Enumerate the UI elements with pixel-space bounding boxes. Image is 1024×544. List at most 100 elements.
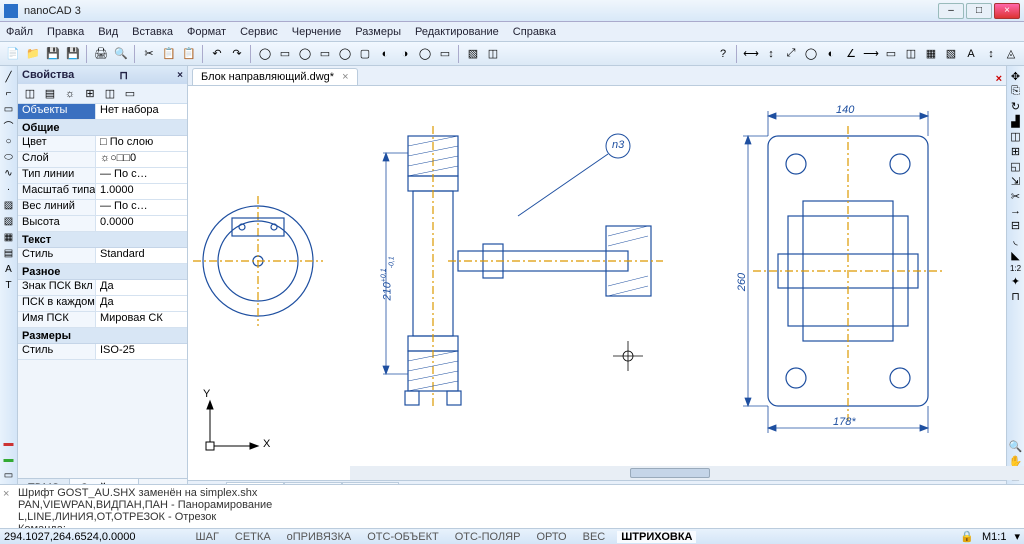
menu-view[interactable]: Вид [98, 26, 118, 38]
panel-tool-icon[interactable]: ▤ [41, 85, 59, 103]
tool-icon[interactable]: ◑ [396, 45, 414, 63]
dim-icon[interactable]: ▦ [922, 45, 940, 63]
tool-icon[interactable]: ◯ [416, 45, 434, 63]
dim-icon[interactable]: ◐ [822, 45, 840, 63]
menu-file[interactable]: Файл [6, 26, 33, 38]
expand-icon[interactable]: ▾ [1014, 530, 1020, 543]
new-icon[interactable]: 📄 [4, 45, 22, 63]
status-grid[interactable]: СЕТКА [231, 531, 275, 543]
prop-textstyle[interactable]: СтильStandard [18, 248, 187, 264]
status-polar[interactable]: ОТС-ПОЛЯР [451, 531, 525, 543]
redo-icon[interactable]: ↷ [228, 45, 246, 63]
rotate-icon[interactable]: ↻ [1011, 100, 1020, 113]
point-icon[interactable]: · [2, 182, 16, 196]
maximize-button[interactable]: □ [966, 3, 992, 19]
dim-icon[interactable]: ◬ [1002, 45, 1020, 63]
tool-icon[interactable]: ▢ [356, 45, 374, 63]
status-osnap[interactable]: оПРИВЯЗКА [283, 531, 356, 543]
text-icon[interactable]: A [2, 262, 16, 276]
cmd-close-icon[interactable]: × [3, 488, 9, 500]
dim-icon[interactable]: ↕ [762, 45, 780, 63]
tool-icon[interactable]: ◯ [256, 45, 274, 63]
region-icon[interactable]: ▧ [2, 214, 16, 228]
drawing-canvas[interactable]: 140 178* 260 210+0,1-0,1 n3 X Y [188, 86, 1006, 480]
close-button[interactable]: × [994, 3, 1020, 19]
panel-tool-icon[interactable]: ⊞ [81, 85, 99, 103]
menu-edit[interactable]: Правка [47, 26, 84, 38]
move-icon[interactable]: ✥ [1011, 70, 1020, 83]
scale-display[interactable]: М1:1 [982, 531, 1006, 543]
array-icon[interactable]: ⊞ [1011, 145, 1020, 158]
tool-icon[interactable]: ▬ [2, 452, 16, 466]
panel-tool-icon[interactable]: ◫ [101, 85, 119, 103]
tool-icon[interactable]: ▧ [464, 45, 482, 63]
status-hatch[interactable]: ШТРИХОВКА [617, 531, 696, 543]
pin-icon[interactable]: ⊓ [119, 69, 128, 82]
arc-icon[interactable]: ⌒ [2, 118, 16, 132]
scale11-label[interactable]: 1:2 [1010, 264, 1021, 273]
menu-dimensions[interactable]: Размеры [355, 26, 401, 38]
prop-ucsname[interactable]: Имя ПСКМировая СК [18, 312, 187, 328]
print-icon[interactable]: 🖨 [92, 45, 110, 63]
status-otrack[interactable]: ОТС-ОБЪЕКТ [363, 531, 442, 543]
hatch-icon[interactable]: ▨ [2, 198, 16, 212]
rect-icon[interactable]: ▭ [2, 102, 16, 116]
mirror-icon[interactable]: ▟ [1011, 115, 1019, 128]
saveall-icon[interactable]: 💾 [64, 45, 82, 63]
break-icon[interactable]: ⊟ [1011, 219, 1020, 232]
panel-tool-icon[interactable]: ▭ [121, 85, 139, 103]
prop-linetype[interactable]: Тип линии— По с… [18, 168, 187, 184]
copy-icon[interactable]: 📋 [160, 45, 178, 63]
line-icon[interactable]: ╱ [2, 70, 16, 84]
paste-icon[interactable]: 📋 [180, 45, 198, 63]
menu-modify[interactable]: Редактирование [415, 26, 499, 38]
dim-icon[interactable]: ⟶ [862, 45, 880, 63]
group-dims[interactable]: Размеры [18, 328, 187, 344]
close-all-icon[interactable]: × [996, 73, 1006, 85]
status-ortho[interactable]: ОРТО [532, 531, 570, 543]
status-snap[interactable]: ШАГ [192, 531, 223, 543]
prop-objects[interactable]: Объекты Нет набора [18, 104, 187, 120]
tool-icon[interactable]: ▭ [276, 45, 294, 63]
table-icon[interactable]: ▤ [2, 246, 16, 260]
prop-color[interactable]: Цвет□ По слою [18, 136, 187, 152]
lock-icon[interactable]: 🔒 [960, 530, 974, 543]
prop-ltscale[interactable]: Масштаб типа …1.0000 [18, 184, 187, 200]
circle-icon[interactable]: ○ [2, 134, 16, 148]
dim-icon[interactable]: ⟷ [742, 45, 760, 63]
prop-layer[interactable]: Слой☼○□□0 [18, 152, 187, 168]
block-icon[interactable]: ▦ [2, 230, 16, 244]
prop-dimstyle[interactable]: СтильISO-25 [18, 344, 187, 360]
tool-icon[interactable]: ▬ [2, 436, 16, 450]
undo-icon[interactable]: ↶ [208, 45, 226, 63]
dim-icon[interactable]: ↕ [982, 45, 1000, 63]
minimize-button[interactable]: – [938, 3, 964, 19]
explode-icon[interactable]: ✦ [1011, 275, 1020, 288]
dim-icon[interactable]: A [962, 45, 980, 63]
prop-lweight[interactable]: Вес линий— По с… [18, 200, 187, 216]
dim-icon[interactable]: ◯ [802, 45, 820, 63]
tool-icon[interactable]: ▭ [436, 45, 454, 63]
copy-icon[interactable]: ⎘ [1011, 85, 1020, 98]
fillet-icon[interactable]: ◟ [1013, 234, 1017, 247]
prop-ucson[interactable]: Знак ПСК ВклДа [18, 280, 187, 296]
zoom-icon[interactable]: 🔍 [1009, 440, 1023, 453]
mtext-icon[interactable]: T [2, 278, 16, 292]
prop-ucsall[interactable]: ПСК в каждом …Да [18, 296, 187, 312]
polyline-icon[interactable]: ⌐ [2, 86, 16, 100]
spline-icon[interactable]: ∿ [2, 166, 16, 180]
open-icon[interactable]: 📁 [24, 45, 42, 63]
cut-icon[interactable]: ✂ [140, 45, 158, 63]
ellipse-icon[interactable]: ⬭ [2, 150, 16, 164]
menu-service[interactable]: Сервис [240, 26, 278, 38]
group-text[interactable]: Текст [18, 232, 187, 248]
file-tab[interactable]: Блок направляющий.dwg* × [192, 68, 358, 85]
tool-icon[interactable]: ▭ [316, 45, 334, 63]
panel-tool-icon[interactable]: ◫ [21, 85, 39, 103]
join-icon[interactable]: ⊓ [1011, 290, 1020, 303]
prop-height[interactable]: Высота0.0000 [18, 216, 187, 232]
panel-tool-icon[interactable]: ☼ [61, 85, 79, 103]
dim-icon[interactable]: ∠ [842, 45, 860, 63]
dim-icon[interactable]: ◫ [902, 45, 920, 63]
command-line[interactable]: × Шрифт GOST_AU.SHX заменён на simplex.s… [0, 484, 1024, 528]
